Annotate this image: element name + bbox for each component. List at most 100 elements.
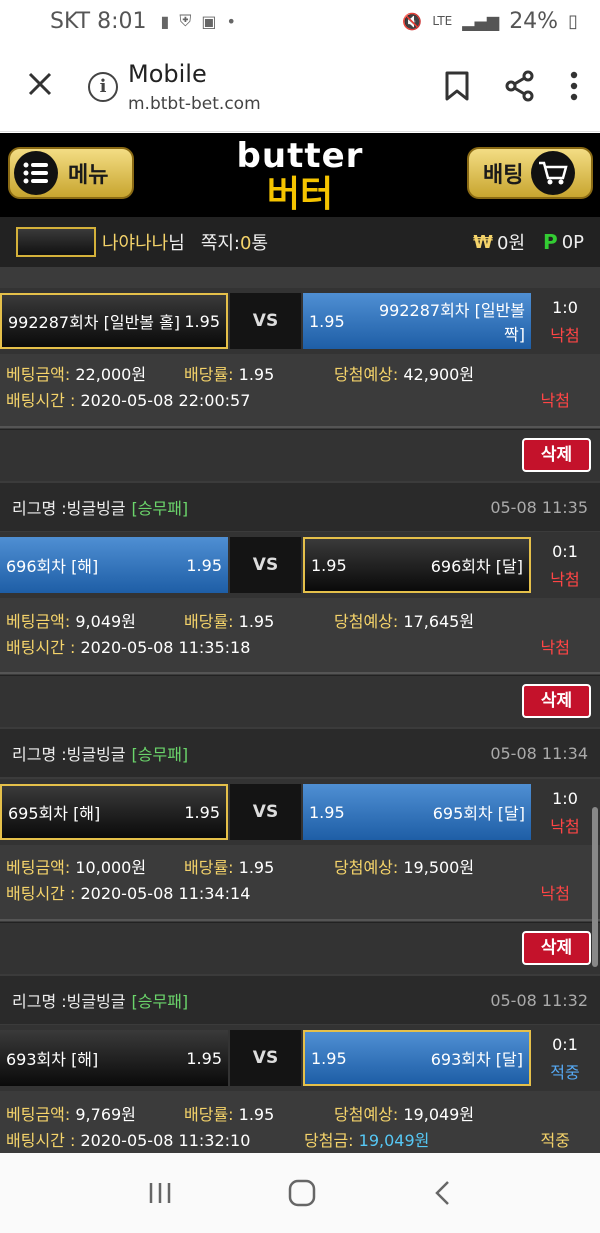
score: 0:1 <box>552 1035 578 1054</box>
logo-ko: 버터 <box>266 174 334 215</box>
vs-label: VS <box>230 537 301 593</box>
point-value: 0P <box>561 231 584 253</box>
expect-value: 17,645원 <box>403 612 475 631</box>
odds-label: 배당률: <box>184 858 234 877</box>
team-name: 696회차 [해] <box>6 557 99 576</box>
league-header: 리그명 : 빙글빙글 [승무패] 05-08 11:34 <box>0 729 600 777</box>
team-odds: 1.95 <box>311 555 347 575</box>
match-row: 693회차 [해] 1.95 VS 1.95 693회차 [달] 0:1 적중 <box>0 1025 600 1091</box>
team-left[interactable]: 696회차 [해] 1.95 <box>0 537 228 593</box>
won-icon: ₩ <box>473 231 493 253</box>
action-bar: 삭제 <box>0 429 600 481</box>
match-result: 낙첨 <box>550 570 580 589</box>
prize-value: 19,049원 <box>358 1131 430 1150</box>
scrollbar[interactable] <box>592 807 598 967</box>
site-header: 메뉴 butter 버터 배팅 <box>0 133 600 217</box>
bet-time-row: 배팅시간 : 2020-05-08 11:32:10 당첨금: 19,049원 … <box>0 1127 600 1153</box>
team-left[interactable]: 693회차 [해] 1.95 <box>0 1030 228 1086</box>
action-bar: 삭제 <box>0 675 600 727</box>
close-icon[interactable] <box>26 70 54 98</box>
message-number: 0 <box>240 233 252 254</box>
recent-apps-icon[interactable] <box>147 1180 173 1206</box>
team-right[interactable]: 1.95 693회차 [달] <box>303 1030 531 1086</box>
message-count[interactable]: 쪽지:0통 <box>201 229 268 255</box>
team-right[interactable]: 1.95 992287회차 [일반볼 짝] <box>303 293 531 349</box>
page-title: Mobile <box>128 60 207 88</box>
score: 1:0 <box>552 789 578 808</box>
team-right[interactable]: 1.95 696회차 [달] <box>303 537 531 593</box>
divider <box>0 672 600 674</box>
money-value: 0원 <box>497 233 526 254</box>
expect-value: 19,049원 <box>403 1105 475 1124</box>
time-value: 2020-05-08 22:00:57 <box>80 391 251 410</box>
team-odds: 1.95 <box>186 1048 222 1068</box>
odds-label: 배당률: <box>184 612 234 631</box>
time-value: 2020-05-08 11:35:18 <box>80 638 251 657</box>
pill-icon: ▮ <box>160 11 170 31</box>
prize-label: 당첨금: <box>304 1131 354 1150</box>
home-icon[interactable] <box>287 1178 317 1208</box>
amount-value: 9,769원 <box>75 1105 136 1124</box>
league-label: 리그명 : <box>12 992 67 1011</box>
odds-value: 1.95 <box>238 1105 275 1124</box>
expect-label: 당첨예상: <box>334 858 399 877</box>
team-name: 693회차 [달] <box>430 1050 523 1069</box>
site-logo[interactable]: butter 버터 <box>220 137 380 215</box>
league-name: 빙글빙글 <box>66 745 126 764</box>
expect-value: 42,900원 <box>403 365 475 384</box>
divider <box>0 426 600 428</box>
odds-value: 1.95 <box>238 612 275 631</box>
bet-button[interactable]: 배팅 <box>467 147 593 199</box>
battery-icon: ▯ <box>568 10 578 32</box>
page-url[interactable]: m.btbt-bet.com <box>128 94 261 114</box>
delete-button[interactable]: 삭제 <box>522 684 591 718</box>
status-time: SKT 8:01 <box>50 8 147 34</box>
menu-button[interactable]: 메뉴 <box>8 147 134 199</box>
bet-info-row: 베팅금액: 9,049원 배당률: 1.95 당첨예상: 17,645원 <box>0 608 600 634</box>
hamburger-icon <box>14 151 58 195</box>
league-category: [승무패] <box>131 992 189 1011</box>
team-name: 992287회차 [일반볼 홀] <box>8 313 181 332</box>
bet-time-row: 배팅시간 : 2020-05-08 11:35:18 낙첨 <box>0 634 600 660</box>
team-left[interactable]: 695회차 [해] 1.95 <box>0 784 228 840</box>
back-icon[interactable] <box>431 1179 453 1207</box>
more-options-icon[interactable] <box>570 71 578 101</box>
vs-label: VS <box>230 784 301 840</box>
amount-label: 베팅금액: <box>6 365 71 384</box>
league-label: 리그명 : <box>12 745 67 764</box>
team-left[interactable]: 992287회차 [일반볼 홀] 1.95 <box>0 293 228 349</box>
delete-button[interactable]: 삭제 <box>522 931 591 965</box>
league-datetime: 05-08 11:35 <box>490 497 588 517</box>
amount-label: 베팅금액: <box>6 612 71 631</box>
team-odds: 1.95 <box>311 1048 347 1068</box>
team-name: 693회차 [해] <box>6 1050 99 1069</box>
point-balance: P 0P <box>543 230 584 254</box>
team-odds: 1.95 <box>184 802 220 822</box>
username[interactable]: 나야나나 <box>102 229 168 255</box>
cart-icon <box>531 151 576 195</box>
odds-value: 1.95 <box>238 365 275 384</box>
share-icon[interactable] <box>504 70 536 102</box>
amount-value: 9,049원 <box>75 612 136 631</box>
status-right: 🔇 LTE ▂▄▆ 24% ▯ <box>402 9 578 34</box>
bookmark-icon[interactable] <box>444 71 470 101</box>
point-icon: P <box>543 230 558 254</box>
league-datetime: 05-08 11:32 <box>490 990 588 1010</box>
calendar-icon: ▣ <box>201 11 217 31</box>
team-right[interactable]: 1.95 695회차 [달] <box>303 784 531 840</box>
odds-label: 배당률: <box>184 1105 234 1124</box>
browser-toolbar: i Mobile m.btbt-bet.com <box>0 42 600 132</box>
team-odds: 1.95 <box>309 802 345 822</box>
score: 1:0 <box>552 298 578 317</box>
match-result: 낙첨 <box>550 326 580 345</box>
delete-button[interactable]: 삭제 <box>522 438 591 472</box>
team-odds: 1.95 <box>186 555 222 575</box>
mute-icon: 🔇 <box>402 11 423 31</box>
status-bar: SKT 8:01 ▮ ⛨ ▣ • 🔇 LTE ▂▄▆ 24% ▯ <box>0 0 600 42</box>
bet-info-row: 베팅금액: 22,000원 배당률: 1.95 당첨예상: 42,900원 <box>0 361 600 387</box>
amount-label: 베팅금액: <box>6 1105 71 1124</box>
dot-icon: • <box>226 11 236 31</box>
info-icon[interactable]: i <box>88 72 118 102</box>
bet-history-list: 992287회차 [일반볼 홀] 1.95 VS 1.95 992287회차 [… <box>0 267 600 1153</box>
odds-label: 배당률: <box>184 365 234 384</box>
